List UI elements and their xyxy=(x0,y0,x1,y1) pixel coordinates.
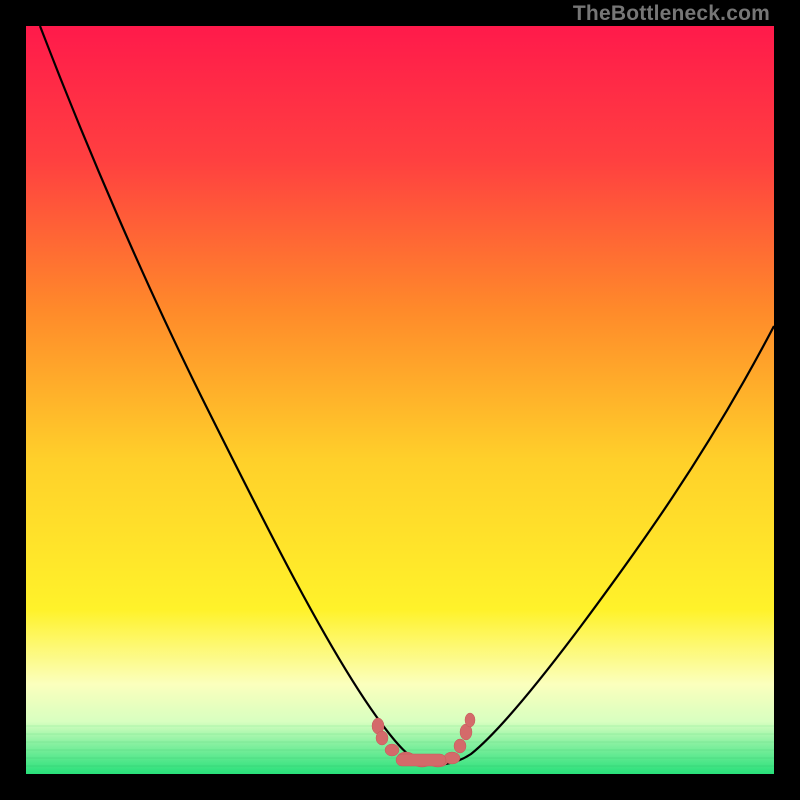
heat-gradient-background xyxy=(26,26,774,774)
watermark-text: TheBottleneck.com xyxy=(573,2,770,26)
chart-frame: TheBottleneck.com xyxy=(0,0,800,800)
plot-area xyxy=(26,26,774,774)
